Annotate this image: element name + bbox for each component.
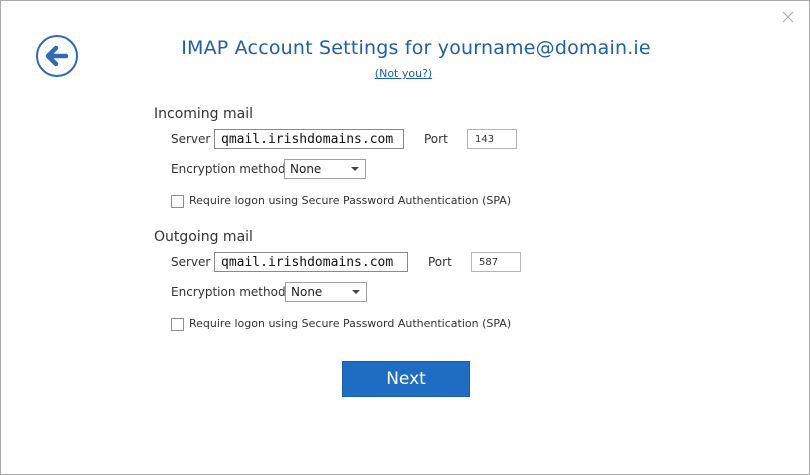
incoming-spa-checkbox[interactable]: [171, 195, 184, 208]
incoming-server-input[interactable]: [214, 129, 404, 149]
not-you-link[interactable]: (Not you?): [131, 67, 676, 80]
incoming-server-label: Server: [171, 132, 211, 146]
outgoing-encryption-select[interactable]: None: [285, 282, 367, 302]
back-arrow-icon: [36, 35, 78, 77]
incoming-encryption-value: None: [290, 162, 322, 176]
outgoing-server-input[interactable]: [214, 252, 408, 272]
incoming-spa-label: Require logon using Secure Password Auth…: [189, 194, 512, 207]
outgoing-encryption-label: Encryption method: [171, 285, 286, 299]
incoming-encryption-label: Encryption method: [171, 162, 286, 176]
outgoing-encryption-value: None: [291, 285, 323, 299]
next-button[interactable]: Next: [342, 361, 470, 397]
outgoing-port-label: Port: [428, 255, 452, 269]
imap-settings-dialog: IMAP Account Settings for yourname@domai…: [0, 0, 810, 475]
outgoing-mail-heading: Outgoing mail: [154, 229, 253, 245]
back-button[interactable]: [35, 34, 79, 78]
chevron-down-icon: [352, 290, 360, 294]
chevron-down-icon: [351, 167, 359, 171]
incoming-mail-heading: Incoming mail: [154, 106, 253, 122]
close-icon[interactable]: [781, 9, 795, 23]
incoming-encryption-select[interactable]: None: [284, 159, 366, 179]
outgoing-spa-label: Require logon using Secure Password Auth…: [189, 317, 512, 330]
outgoing-server-label: Server: [171, 255, 211, 269]
incoming-port-input[interactable]: [467, 129, 517, 149]
outgoing-port-input[interactable]: [471, 252, 521, 272]
incoming-port-label: Port: [424, 132, 448, 146]
outgoing-spa-checkbox[interactable]: [171, 318, 184, 331]
dialog-title: IMAP Account Settings for yourname@domai…: [181, 37, 651, 59]
